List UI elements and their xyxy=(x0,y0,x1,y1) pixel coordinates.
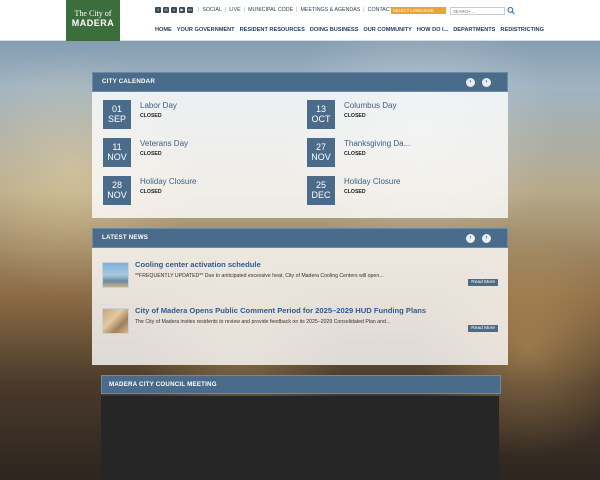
news-thumbnail[interactable] xyxy=(102,308,129,334)
event-title[interactable]: Labor Day xyxy=(140,101,177,110)
calendar-title: CITY CALENDAR xyxy=(102,78,156,85)
news-thumbnail[interactable] xyxy=(102,262,129,288)
event-date: 01 SEP xyxy=(103,100,131,129)
linkedin-icon[interactable]: in xyxy=(187,7,193,13)
event-date: 27 NOV xyxy=(307,138,335,167)
main-navigation: HOME YOUR GOVERNMENT RESIDENT RESOURCES … xyxy=(155,27,549,33)
divider: | xyxy=(296,7,298,13)
x-icon[interactable]: x xyxy=(171,7,177,13)
event-day: 11 xyxy=(112,142,122,152)
event-day: 28 xyxy=(111,180,122,190)
youtube-icon[interactable]: ▶ xyxy=(179,7,185,13)
calendar-event[interactable]: 01 SEP Labor Day CLOSED xyxy=(103,100,293,130)
nav-redistricting[interactable]: REDISTRICTING xyxy=(500,27,544,33)
news-title[interactable]: Cooling center activation schedule xyxy=(135,260,261,269)
event-status: CLOSED xyxy=(140,113,162,119)
facebook-icon[interactable]: f xyxy=(155,7,161,13)
news-panel: Cooling center activation schedule **FRE… xyxy=(92,248,508,365)
nav-home[interactable]: HOME xyxy=(155,27,172,33)
event-date: 28 NOV xyxy=(103,176,131,205)
event-month: SEP xyxy=(107,114,126,124)
language-select[interactable]: SELECT LANGUAGE xyxy=(391,7,446,14)
event-month: NOV xyxy=(311,152,331,162)
news-item[interactable]: City of Madera Opens Public Comment Peri… xyxy=(102,306,498,344)
event-title[interactable]: Veterans Day xyxy=(140,139,188,148)
event-date: 13 OCT xyxy=(307,100,335,129)
utility-bar: f ◎ x ▶ in | SOCIAL | LIVE | MUNICIPAL C… xyxy=(155,5,393,15)
meeting-title: MADERA CITY COUNCIL MEETING xyxy=(109,381,217,388)
calendar-header: CITY CALENDAR ‹ › xyxy=(92,72,508,92)
news-prev-button[interactable]: ‹ xyxy=(466,234,475,243)
meeting-header: MADERA CITY COUNCIL MEETING xyxy=(101,375,501,394)
calendar-event[interactable]: 28 NOV Holiday Closure CLOSED xyxy=(103,176,293,206)
event-month: DEC xyxy=(311,190,331,200)
event-title[interactable]: Columbus Day xyxy=(344,101,396,110)
site-header: The City of MADERA f ◎ x ▶ in | SOCIAL |… xyxy=(0,0,600,41)
news-item[interactable]: Cooling center activation schedule **FRE… xyxy=(102,260,498,298)
contact-link[interactable]: CONTACT xyxy=(368,7,393,13)
event-month: OCT xyxy=(311,114,331,124)
event-status: CLOSED xyxy=(344,151,366,157)
search-icon[interactable] xyxy=(507,6,515,15)
event-month: NOV xyxy=(107,190,127,200)
read-more-button[interactable]: Read More xyxy=(468,325,498,332)
nav-doing-business[interactable]: DOING BUSINESS xyxy=(310,27,359,33)
event-status: CLOSED xyxy=(344,189,366,195)
event-status: CLOSED xyxy=(140,189,162,195)
search-input[interactable] xyxy=(450,7,505,15)
read-more-button[interactable]: Read More xyxy=(468,279,498,286)
calendar-next-button[interactable]: › xyxy=(482,78,491,87)
news-summary: The City of Madera invites residents to … xyxy=(135,319,391,325)
municipal-code-link[interactable]: MUNICIPAL CODE xyxy=(248,7,293,13)
nav-our-community[interactable]: OUR COMMUNITY xyxy=(363,27,411,33)
logo-line1: The City of xyxy=(74,9,112,18)
meeting-video-player[interactable] xyxy=(101,396,499,480)
event-title[interactable]: Thanksgiving Da... xyxy=(344,139,410,148)
event-title[interactable]: Holiday Closure xyxy=(140,177,196,186)
live-link[interactable]: LIVE xyxy=(229,7,240,13)
news-summary: **FREQUENTLY UPDATED** Due to anticipate… xyxy=(135,273,384,279)
logo-line2: MADERA xyxy=(71,18,115,28)
event-date: 11 NOV xyxy=(103,138,131,167)
event-date: 25 DEC xyxy=(307,176,335,205)
nav-departments[interactable]: DEPARTMENTS xyxy=(453,27,495,33)
news-section-title: LATEST NEWS xyxy=(102,234,149,241)
instagram-icon[interactable]: ◎ xyxy=(163,7,169,13)
event-day: 27 xyxy=(315,142,326,152)
nav-resident-resources[interactable]: RESIDENT RESOURCES xyxy=(240,27,305,33)
event-day: 01 xyxy=(111,104,122,114)
calendar-event[interactable]: 13 OCT Columbus Day CLOSED xyxy=(307,100,497,130)
divider: | xyxy=(224,7,227,13)
news-title[interactable]: City of Madera Opens Public Comment Peri… xyxy=(135,306,426,315)
event-status: CLOSED xyxy=(140,151,162,157)
news-next-button[interactable]: › xyxy=(482,234,491,243)
meetings-agendas-link[interactable]: MEETINGS & AGENDAS xyxy=(301,7,361,13)
nav-your-government[interactable]: YOUR GOVERNMENT xyxy=(177,27,235,33)
calendar-panel: 01 SEP Labor Day CLOSED 13 OCT Columbus … xyxy=(92,92,508,218)
calendar-event[interactable]: 27 NOV Thanksgiving Da... CLOSED xyxy=(307,138,497,168)
event-month: NOV xyxy=(107,152,127,162)
event-title[interactable]: Holiday Closure xyxy=(344,177,400,186)
event-status: CLOSED xyxy=(344,113,366,119)
event-day: 25 xyxy=(315,180,326,190)
calendar-prev-button[interactable]: ‹ xyxy=(466,78,475,87)
event-day: 13 xyxy=(315,104,326,114)
nav-how-do-i[interactable]: HOW DO I... xyxy=(417,27,448,33)
divider: | xyxy=(363,7,365,13)
news-header: LATEST NEWS ‹ › xyxy=(92,228,508,248)
divider: | xyxy=(243,7,246,13)
calendar-event[interactable]: 25 DEC Holiday Closure CLOSED xyxy=(307,176,497,206)
social-link[interactable]: SOCIAL xyxy=(202,7,221,13)
divider: | xyxy=(198,7,200,13)
calendar-event[interactable]: 11 NOV Veterans Day CLOSED xyxy=(103,138,293,168)
city-logo[interactable]: The City of MADERA xyxy=(66,0,120,41)
